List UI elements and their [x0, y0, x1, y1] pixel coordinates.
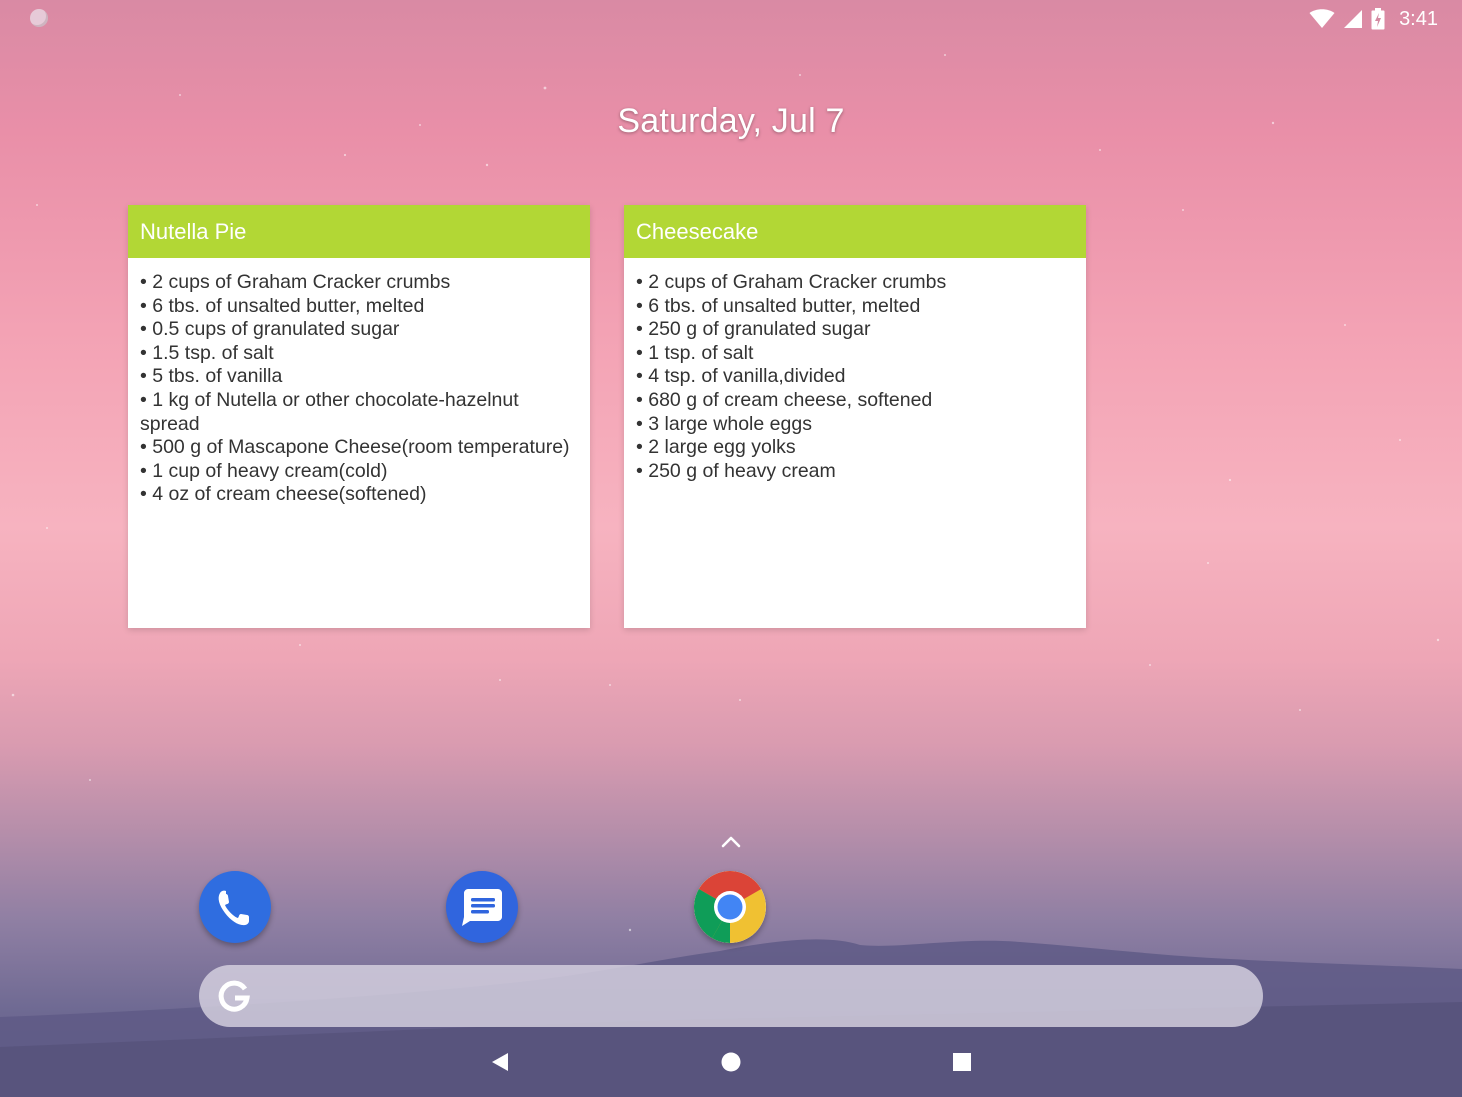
ingredient-item: • 250 g of granulated sugar	[636, 318, 871, 341]
back-icon[interactable]	[488, 1050, 512, 1074]
ingredient-list: • 2 cups of Graham Cracker crumbs • 6 tb…	[624, 258, 1086, 483]
chrome-app-button[interactable]	[694, 871, 766, 943]
recipe-widget-nutella-pie[interactable]: Nutella Pie • 2 cups of Graham Cracker c…	[128, 205, 590, 628]
ingredient-item: • 2 cups of Graham Cracker crumbs	[636, 271, 947, 293]
ingredient-item: • 1 kg of Nutella or other chocolate-haz…	[140, 388, 519, 435]
ingredient-item: • 1 tsp. of salt	[636, 341, 754, 364]
ingredient-item: • 680 g of cream cheese, softened	[636, 388, 933, 411]
cell-signal-icon	[1344, 10, 1363, 28]
widget-header: Cheesecake	[624, 205, 1086, 258]
ingredient-item: • 2 cups of Graham Cracker crumbs	[140, 271, 451, 293]
phone-app-button[interactable]	[199, 871, 271, 943]
chrome-icon	[694, 871, 766, 943]
ingredient-item: • 6 tbs. of unsalted butter, melted	[140, 294, 425, 317]
ingredient-item: • 4 tsp. of vanilla,divided	[636, 365, 846, 388]
battery-charging-icon	[1371, 8, 1385, 30]
ingredient-item: • 2 large egg yolks	[636, 436, 796, 459]
widget-title: Cheesecake	[636, 218, 759, 244]
ingredient-item: • 0.5 cups of granulated sugar	[140, 318, 400, 341]
messages-app-button[interactable]	[446, 871, 518, 943]
chevron-up-icon[interactable]	[718, 830, 744, 852]
recipe-widget-cheesecake[interactable]: Cheesecake • 2 cups of Graham Cracker cr…	[624, 205, 1086, 628]
ingredient-item: • 1 cup of heavy cream(cold)	[140, 459, 388, 482]
phone-icon	[218, 890, 249, 926]
google-g-icon	[218, 980, 250, 1012]
status-bar: 3:41	[0, 0, 1462, 38]
ingredient-item: • 250 g of heavy cream	[636, 459, 836, 482]
notification-dot-icon	[30, 9, 48, 27]
widget-header: Nutella Pie	[128, 205, 590, 258]
clock: 3:41	[1399, 7, 1438, 30]
date-widget[interactable]: Saturday, Jul 7	[0, 102, 1462, 141]
messages-icon	[462, 889, 502, 926]
google-search-bar[interactable]	[199, 965, 1263, 1027]
home-icon[interactable]	[719, 1050, 743, 1074]
ingredient-item: • 3 large whole eggs	[636, 412, 812, 435]
navigation-bar	[0, 1030, 1462, 1097]
ingredient-item: • 6 tbs. of unsalted butter, melted	[636, 294, 921, 317]
widget-title: Nutella Pie	[140, 218, 247, 244]
ingredient-item: • 1.5 tsp. of salt	[140, 341, 274, 364]
recents-icon[interactable]	[950, 1050, 974, 1074]
ingredient-list: • 2 cups of Graham Cracker crumbs • 6 tb…	[128, 258, 590, 507]
ingredient-item: • 5 tbs. of vanilla	[140, 365, 283, 388]
wifi-icon	[1309, 9, 1335, 28]
ingredient-item: • 4 oz of cream cheese(softened)	[140, 483, 427, 506]
status-icons: 3:41	[1309, 6, 1438, 32]
ingredient-item: • 500 g of Mascapone Cheese(room tempera…	[140, 436, 570, 459]
home-screen: 3:41 Saturday, Jul 7 Nutella Pie • 2 cup…	[0, 0, 1462, 1097]
